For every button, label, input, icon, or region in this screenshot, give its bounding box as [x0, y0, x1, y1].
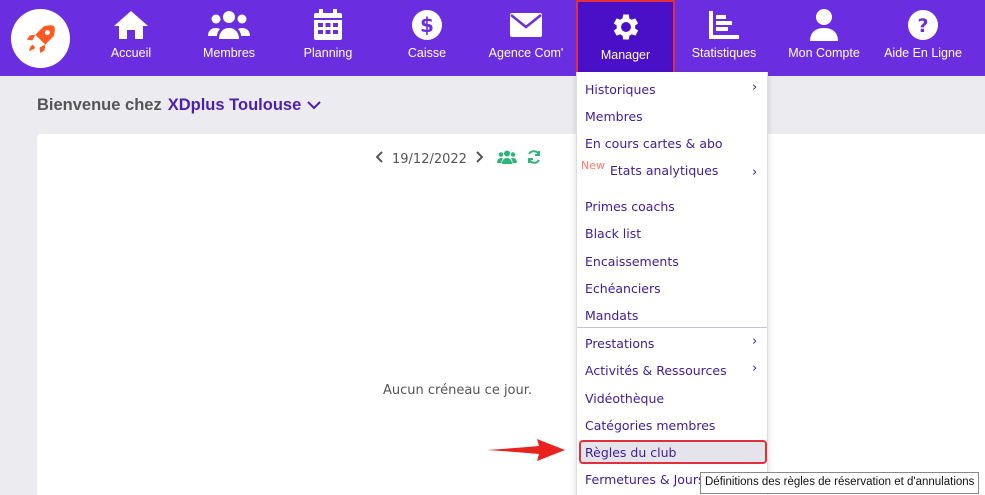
- tooltip: Définitions des règles de réservation et…: [700, 472, 980, 494]
- stats-icon: [709, 11, 739, 39]
- menu-item-echeanciers[interactable]: Echéanciers: [585, 281, 661, 296]
- menu-item-primes-coachs[interactable]: Primes coachs: [585, 199, 675, 214]
- dollar-icon: $: [412, 10, 442, 40]
- svg-text:$: $: [420, 13, 434, 37]
- welcome-prefix: Bienvenue chez: [37, 96, 162, 114]
- chevron-right-icon: ›: [752, 334, 758, 349]
- nav-membres[interactable]: Membres: [196, 0, 262, 76]
- nav-statistiques[interactable]: Statistiques: [686, 0, 762, 76]
- group-icon[interactable]: [496, 150, 517, 168]
- rocket-icon: [26, 24, 55, 53]
- welcome-heading: Bienvenue chez XDplus Toulouse: [37, 96, 321, 115]
- nav-label: Agence Com': [488, 46, 564, 60]
- menu-item-prestations[interactable]: Prestations: [585, 336, 654, 351]
- nav-label: Aide En Ligne: [884, 46, 962, 60]
- menu-item-fermetures-jours[interactable]: Fermetures & Jours: [585, 472, 704, 487]
- chevron-right-icon[interactable]: [475, 151, 484, 167]
- rocket-logo[interactable]: [11, 9, 70, 68]
- nav-label: Accueil: [110, 46, 152, 60]
- club-selector[interactable]: XDplus Toulouse: [168, 96, 302, 114]
- nav-agence-com[interactable]: Agence Com': [486, 0, 566, 76]
- nav-label: Mon Compte: [788, 46, 860, 60]
- nav-accueil[interactable]: Accueil: [100, 0, 162, 76]
- nav-label: Planning: [303, 46, 353, 60]
- nav-label: Membres: [202, 46, 256, 60]
- manager-dropdown-menu: Historiques › Membres En cours cartes & …: [576, 72, 768, 495]
- nav-planning[interactable]: Planning: [297, 0, 359, 76]
- chevron-down-icon[interactable]: [307, 96, 321, 115]
- members-icon: [208, 11, 250, 39]
- menu-item-black-list[interactable]: Black list: [585, 226, 641, 241]
- menu-item-videotheque[interactable]: Vidéothèque: [585, 391, 664, 406]
- menu-item-regles-du-club[interactable]: Règles du club: [585, 445, 676, 460]
- home-icon: [114, 11, 148, 39]
- envelope-icon: [510, 13, 542, 37]
- nav-caisse[interactable]: $ Caisse: [398, 0, 456, 76]
- menu-item-historiques[interactable]: Historiques: [585, 82, 656, 97]
- nav-label: Caisse: [407, 46, 447, 60]
- menu-item-activites-ressources[interactable]: Activités & Ressources: [585, 363, 727, 378]
- chevron-right-icon: ›: [752, 80, 758, 95]
- refresh-icon[interactable]: [527, 150, 541, 168]
- user-icon: [810, 9, 838, 41]
- svg-text:?: ?: [917, 15, 928, 37]
- menu-item-etats-analytiques[interactable]: Etats analytiques: [610, 163, 718, 178]
- nav-mon-compte[interactable]: Mon Compte: [782, 0, 866, 76]
- nav-aide-en-ligne[interactable]: ? Aide En Ligne: [880, 0, 966, 76]
- chevron-right-icon: ›: [752, 361, 758, 376]
- help-icon: ?: [908, 10, 938, 40]
- empty-schedule-text: Aucun créneau ce jour.: [383, 383, 533, 398]
- menu-item-encaissements[interactable]: Encaissements: [585, 254, 679, 269]
- red-arrow-annotation: [487, 439, 565, 461]
- chevron-right-icon: ›: [752, 165, 758, 180]
- nav-manager[interactable]: Manager: [576, 0, 675, 74]
- menu-item-membres[interactable]: Membres: [585, 109, 643, 124]
- top-nav-bar: Accueil Membres Planning $ Caisse Agence…: [0, 0, 985, 76]
- menu-item-en-cours-cartes[interactable]: En cours cartes & abo: [585, 136, 723, 151]
- date-navigator: 19/12/2022: [372, 150, 545, 168]
- nav-label: Manager: [600, 48, 651, 62]
- chevron-left-icon[interactable]: [375, 151, 384, 167]
- calendar-icon: [314, 9, 342, 40]
- nav-label: Statistiques: [691, 46, 757, 60]
- menu-item-mandats[interactable]: Mandats: [585, 308, 638, 323]
- menu-separator: [577, 327, 767, 328]
- menu-item-categories-membres[interactable]: Catégories membres: [585, 418, 715, 433]
- gear-icon: [613, 14, 638, 40]
- new-badge: New: [581, 159, 605, 172]
- current-date: 19/12/2022: [392, 151, 467, 167]
